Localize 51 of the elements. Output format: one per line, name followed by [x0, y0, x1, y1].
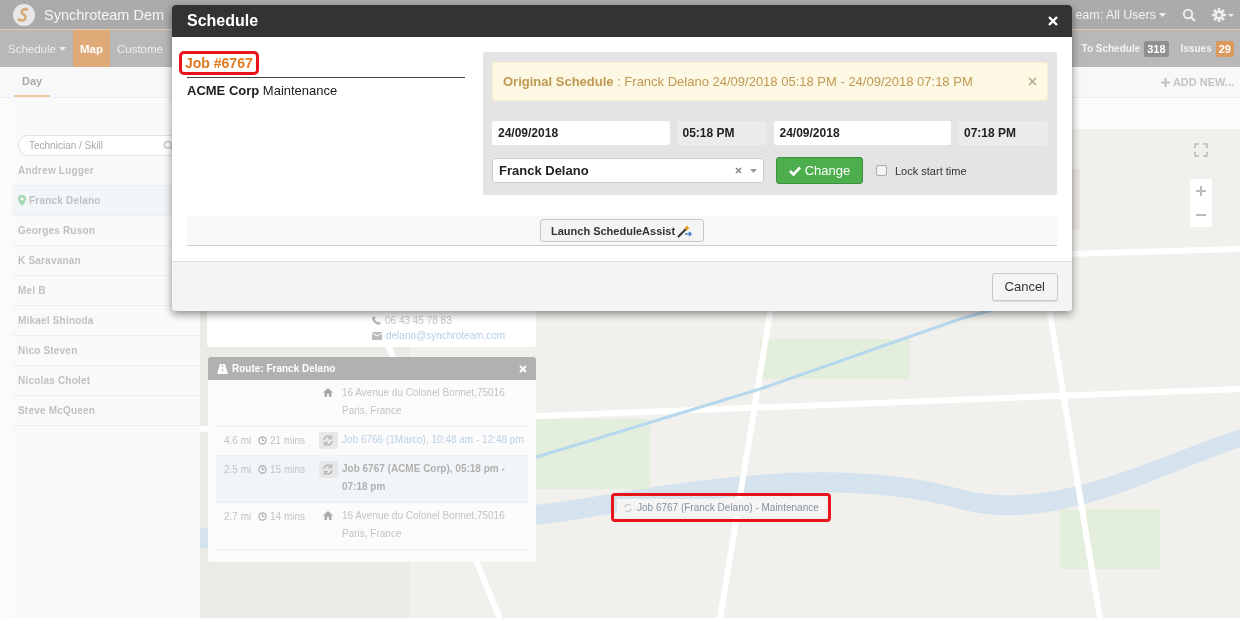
envelope-icon	[372, 331, 382, 340]
clock-icon	[258, 465, 267, 474]
original-schedule-text: Original Schedule : Franck Delano 24/09/2018 05:18 PM - 24/09/2018 07:18 PM	[503, 74, 973, 89]
count-badge: 29	[1215, 40, 1234, 57]
home-icon	[323, 511, 333, 520]
logo-icon	[12, 2, 36, 27]
magic-wand-icon	[677, 223, 694, 238]
refresh-icon	[322, 464, 334, 475]
refresh-icon	[623, 502, 633, 513]
technician-select[interactable]: Franck Delano	[492, 158, 764, 183]
plus-icon	[1196, 186, 1206, 196]
clock-icon	[258, 436, 267, 445]
home-icon	[323, 388, 333, 397]
clock-icon	[258, 512, 267, 521]
change-button[interactable]: Change	[776, 157, 863, 184]
route-title: Route: Franck Delano	[232, 363, 337, 374]
cancel-button[interactable]: Cancel	[991, 272, 1058, 301]
counter-label[interactable]: To Schedule	[1081, 43, 1141, 54]
refresh-icon	[322, 435, 334, 446]
end-time-field[interactable]: 07:18 PM	[958, 121, 1048, 145]
start-date-field[interactable]: 24/09/2018	[492, 121, 670, 145]
job-link[interactable]: Job 6767 (ACME Corp), 05:18 pm - 07:18 pm	[342, 460, 524, 496]
counter-label[interactable]: Issues	[1180, 43, 1212, 54]
start-time-field[interactable]: 05:18 PM	[676, 121, 767, 145]
job-summary: ACME Corp Maintenance	[187, 83, 339, 98]
plus-icon	[1160, 77, 1170, 87]
team-filter[interactable]: eam: All Users	[1075, 7, 1166, 22]
app-title: Synchroteam Dem	[44, 6, 165, 23]
dialog-title: Schedule	[187, 12, 259, 30]
checkbox[interactable]	[876, 165, 887, 176]
email-link[interactable]: delano@synchroteam.com	[386, 330, 506, 341]
tooltip-text: Job 6767 (Franck Delano) - Maintenance	[637, 502, 819, 513]
caret-icon[interactable]	[750, 168, 757, 173]
job-number: Job #6767	[179, 51, 259, 75]
count-badge: 318	[1144, 40, 1169, 57]
phone-icon	[372, 316, 381, 325]
road-icon	[217, 363, 228, 374]
nav-tab[interactable]: Map	[72, 30, 110, 67]
clear-icon[interactable]	[735, 167, 742, 174]
search-icon	[163, 140, 174, 151]
fullscreen-icon[interactable]	[1194, 143, 1208, 157]
search-icon[interactable]	[1182, 7, 1196, 22]
schedule-assist-button[interactable]: Launch ScheduleAssist	[540, 219, 705, 242]
refresh-button[interactable]	[318, 461, 338, 478]
checkbox-label[interactable]: Lock start time	[895, 164, 967, 177]
refresh-button[interactable]	[318, 432, 338, 449]
pin-icon	[18, 195, 26, 206]
check-icon	[788, 165, 801, 176]
settings-icon[interactable]	[1212, 7, 1234, 22]
end-date-field[interactable]: 24/09/2018	[773, 121, 951, 145]
caret-icon	[1159, 12, 1166, 17]
